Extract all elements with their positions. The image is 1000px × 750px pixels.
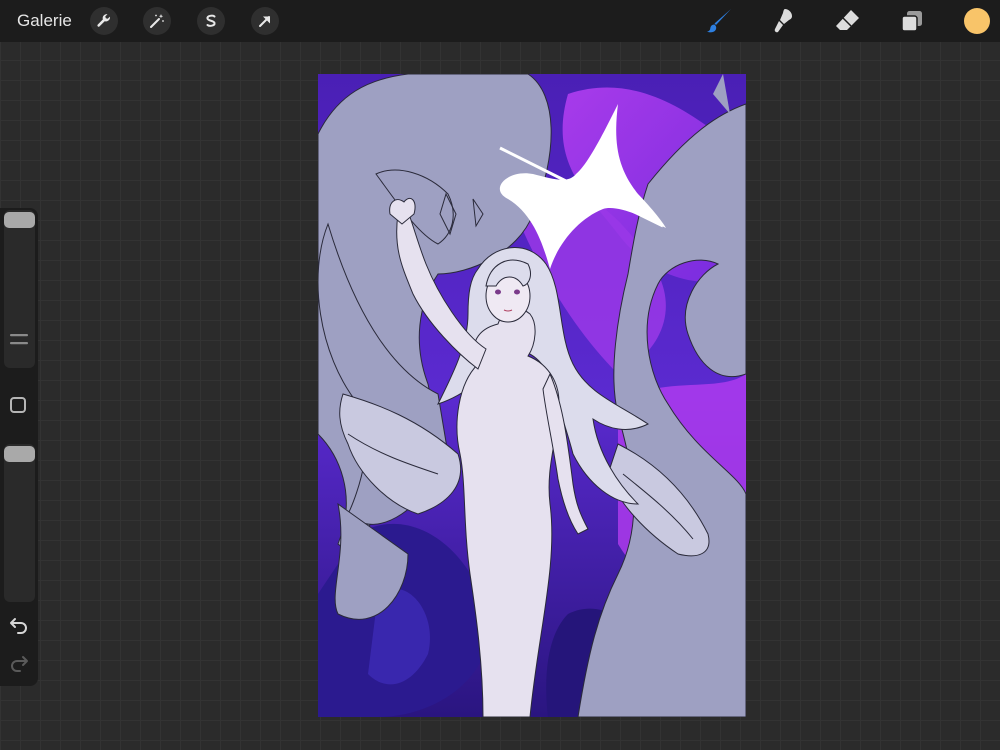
eraser-tool-button[interactable] (831, 5, 863, 37)
adjustments-button[interactable] (143, 7, 171, 35)
modify-square-button[interactable] (10, 397, 26, 413)
color-picker-swatch[interactable] (964, 8, 990, 34)
brush-size-thumb[interactable] (4, 212, 35, 228)
wrench-icon (97, 14, 110, 27)
artwork-illustration (318, 74, 746, 717)
layers-icon (901, 11, 922, 32)
layers-button[interactable] (896, 5, 928, 37)
drawing-canvas[interactable] (318, 74, 746, 717)
brush-icon (707, 9, 731, 33)
transform-arrow-icon (259, 16, 270, 27)
top-toolbar: Galerie (0, 0, 1000, 42)
transform-button[interactable] (251, 7, 279, 35)
left-sidebar (0, 208, 38, 686)
undo-icon[interactable] (9, 616, 29, 634)
drag-handle-icon[interactable] (9, 332, 29, 348)
opacity-thumb[interactable] (4, 446, 35, 462)
smudge-icon (774, 9, 792, 33)
magic-wand-icon (150, 14, 164, 28)
eraser-icon (836, 10, 859, 30)
opacity-slider[interactable] (4, 444, 35, 602)
actions-button[interactable] (90, 7, 118, 35)
selection-button[interactable] (197, 7, 225, 35)
gallery-button[interactable]: Galerie (17, 11, 72, 31)
smudge-tool-button[interactable] (767, 5, 799, 37)
selection-icon (206, 14, 216, 27)
brush-tool-button[interactable] (703, 5, 735, 37)
redo-icon[interactable] (9, 654, 29, 672)
